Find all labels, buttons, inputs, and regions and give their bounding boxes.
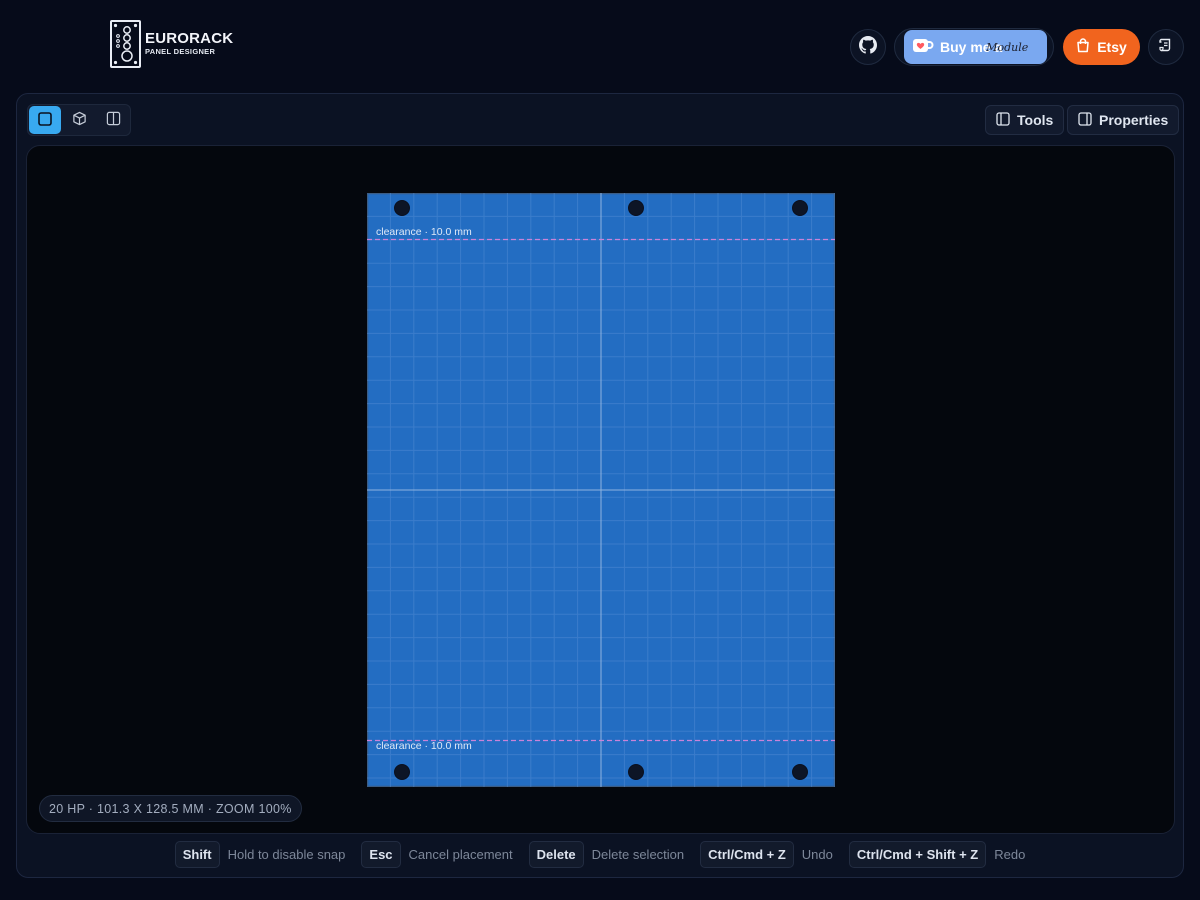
shortcut-label: Delete selection — [591, 847, 685, 862]
shortcut-key: Shift — [174, 841, 220, 868]
module-logo-icon — [110, 20, 141, 68]
shortcut-key: Esc — [361, 841, 401, 868]
mounting-hole — [394, 764, 410, 780]
mounting-hole — [792, 764, 808, 780]
app-logo[interactable]: EURORACK PANEL DESIGNER — [110, 20, 233, 68]
etsy-button[interactable]: Etsy — [1063, 29, 1140, 65]
logo-subtitle: PANEL DESIGNER — [145, 47, 216, 56]
shopping-bag-icon — [1076, 38, 1090, 56]
split-view-icon — [106, 111, 121, 130]
shortcut-label: Undo — [801, 847, 833, 862]
left-panel-icon — [996, 111, 1010, 129]
mounting-hole — [394, 200, 410, 216]
mounting-hole — [792, 200, 808, 216]
kofi-cup-icon — [912, 37, 934, 58]
mounting-hole — [628, 200, 644, 216]
eurorack-panel[interactable]: clearance · 10.0 mm clearance · 10.0 mm — [367, 193, 835, 787]
cube-icon — [72, 111, 87, 130]
buy-me-a-module-container: Buy me a Module — [894, 28, 1054, 66]
clearance-label-top: clearance · 10.0 mm — [376, 226, 472, 238]
view-3d-button[interactable] — [63, 106, 95, 134]
shortcut-key: Ctrl/Cmd + Z — [700, 841, 794, 868]
buy-me-a-module-button[interactable]: Buy me a Module — [904, 30, 1047, 64]
shortcut-label: Cancel placement — [408, 847, 513, 862]
right-panel-icon — [1078, 111, 1092, 129]
properties-button[interactable]: Properties — [1067, 105, 1180, 135]
tools-label: Tools — [1017, 112, 1054, 128]
shortcut-key: Ctrl/Cmd + Shift + Z — [848, 841, 987, 868]
shortcut-key: Delete — [528, 841, 584, 868]
etsy-label: Etsy — [1097, 39, 1127, 55]
properties-label: Properties — [1099, 112, 1169, 128]
shortcut-label: Hold to disable snap — [227, 847, 346, 862]
design-canvas[interactable]: clearance · 10.0 mm clearance · 10.0 mm … — [26, 145, 1175, 834]
github-icon — [859, 36, 877, 58]
workspace-panel: Tools Properties clearance · 10.0 mm cle… — [16, 93, 1184, 878]
tools-button[interactable]: Tools — [985, 105, 1065, 135]
logo-title: EURORACK — [145, 30, 234, 47]
view-split-button[interactable] — [97, 106, 129, 134]
square-icon — [38, 111, 52, 130]
buy-me-script: Module — [986, 40, 1029, 54]
docs-button[interactable] — [1148, 29, 1184, 65]
shortcut-item: Ctrl/Cmd + Shift + Z Redo — [848, 841, 1026, 868]
view-mode-toggle — [27, 104, 131, 136]
shortcut-label: Redo — [994, 847, 1026, 862]
scroll-icon — [1158, 37, 1174, 57]
github-button[interactable] — [850, 29, 886, 65]
panel-status-readout: 20 HP · 101.3 X 128.5 MM · ZOOM 100% — [39, 795, 302, 822]
mounting-hole — [628, 764, 644, 780]
keyboard-shortcuts-bar: Shift Hold to disable snap Esc Cancel pl… — [17, 841, 1183, 868]
shortcut-item: Ctrl/Cmd + Z Undo — [700, 841, 833, 868]
shortcut-item: Shift Hold to disable snap — [174, 841, 346, 868]
shortcut-item: Delete Delete selection — [528, 841, 685, 868]
clearance-label-bottom: clearance · 10.0 mm — [376, 740, 472, 752]
shortcut-item: Esc Cancel placement — [361, 841, 513, 868]
view-2d-button[interactable] — [29, 106, 61, 134]
